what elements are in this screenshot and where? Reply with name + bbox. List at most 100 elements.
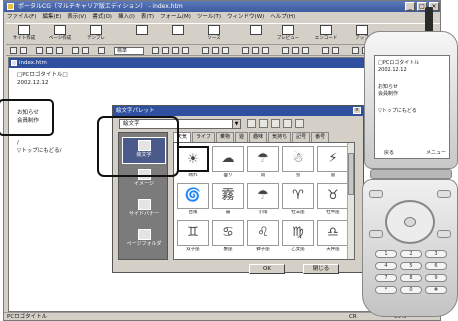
menu-view[interactable]: 表示(V) xyxy=(64,13,89,22)
sidebar-item-sidebanner[interactable]: サイドバナー xyxy=(122,197,166,224)
forward-icon[interactable] xyxy=(20,47,27,54)
num-key[interactable]: 0 xyxy=(400,286,422,294)
menu-insert[interactable]: 挿入(I) xyxy=(115,13,138,22)
emoji-cell[interactable]: ☂ xyxy=(247,146,279,172)
menu-help[interactable]: ヘルプ(H) xyxy=(267,13,298,22)
doc-button[interactable] xyxy=(164,25,192,45)
num-key[interactable]: 8 xyxy=(400,274,422,282)
ok-button[interactable]: OK xyxy=(249,264,285,274)
emoji-cell[interactable]: ♈ xyxy=(282,183,314,209)
outdent-icon[interactable] xyxy=(262,47,269,54)
page-create-button[interactable]: ページ作成 xyxy=(46,25,74,45)
directional-pad[interactable] xyxy=(385,200,435,244)
num-key[interactable]: 5 xyxy=(400,262,422,270)
tab-play[interactable]: 遊 xyxy=(235,132,249,142)
help-icon[interactable] xyxy=(295,119,304,128)
menu-window[interactable]: ウィンドウ(W) xyxy=(224,13,267,22)
tab-feeling[interactable]: 気持ち xyxy=(268,132,292,142)
site-create-button[interactable]: サイト作成 xyxy=(10,25,38,45)
menu-tools[interactable]: ツール(T) xyxy=(194,13,224,22)
soft-key-left[interactable]: 戻る xyxy=(378,149,400,157)
num-key[interactable]: 4 xyxy=(375,262,397,270)
copy-button[interactable] xyxy=(128,25,156,45)
sidebar-item-pagefolder[interactable]: ページフォルダ xyxy=(122,227,166,254)
back-icon[interactable] xyxy=(10,47,17,54)
dialog-title-bar[interactable]: 絵文字パレット × xyxy=(113,106,363,116)
menu-table[interactable]: 表(T) xyxy=(138,13,157,22)
cut-icon[interactable] xyxy=(36,47,43,54)
list-icon[interactable] xyxy=(242,47,249,54)
undo-icon[interactable] xyxy=(72,47,79,54)
phone-end-key[interactable] xyxy=(437,230,451,238)
encode-button[interactable]: エンコード xyxy=(312,25,340,45)
emoji-cell[interactable]: ☂ xyxy=(247,183,279,209)
phone-call-key[interactable] xyxy=(369,230,383,238)
num-key[interactable]: 2 xyxy=(400,250,422,258)
view-detail-icon[interactable] xyxy=(271,119,280,128)
menu-form[interactable]: フォーム(M) xyxy=(157,13,194,22)
tab-hobby[interactable]: 趣味 xyxy=(249,132,268,142)
num-key[interactable]: * xyxy=(375,286,397,294)
refresh-icon[interactable] xyxy=(283,119,292,128)
soft-key-right[interactable]: メニュー xyxy=(425,149,447,157)
num-key[interactable]: 3 xyxy=(425,250,447,258)
emoji-cell[interactable]: 霧 xyxy=(212,183,244,209)
preview-button[interactable] xyxy=(242,25,270,45)
indent-icon[interactable] xyxy=(252,47,259,54)
menu-format[interactable]: 書式(O) xyxy=(89,13,115,22)
image-icon[interactable] xyxy=(292,47,299,54)
emoji-cell[interactable]: ♊ xyxy=(177,220,209,246)
dialog-close-icon[interactable]: × xyxy=(353,107,361,114)
align-left-icon[interactable] xyxy=(202,47,209,54)
italic-icon[interactable] xyxy=(172,47,179,54)
num-key[interactable]: 6 xyxy=(425,262,447,270)
emoji-cell[interactable]: ☀ xyxy=(177,146,209,172)
emoji-icon[interactable] xyxy=(322,47,329,54)
form-icon[interactable] xyxy=(332,47,339,54)
num-key[interactable]: 7 xyxy=(375,274,397,282)
phone-web-key[interactable] xyxy=(437,190,451,198)
chevron-down-icon[interactable]: ▼ xyxy=(232,120,240,128)
phone-mail-key[interactable] xyxy=(369,190,383,198)
copy-small-icon[interactable] xyxy=(46,47,53,54)
pad-center-key[interactable] xyxy=(404,217,416,227)
link-icon[interactable] xyxy=(282,47,289,54)
table-icon[interactable] xyxy=(302,47,309,54)
tab-symbol[interactable]: 記号 xyxy=(292,132,311,142)
color-icon[interactable] xyxy=(98,47,105,54)
view-large-icon[interactable] xyxy=(247,119,256,128)
redo-icon[interactable] xyxy=(82,47,89,54)
source-button[interactable]: ソース xyxy=(200,25,228,45)
emoji-cell[interactable]: ☃ xyxy=(282,146,314,172)
hr-icon[interactable] xyxy=(352,47,359,54)
emoji-cell[interactable]: ☁ xyxy=(212,146,244,172)
num-key[interactable]: 1 xyxy=(375,250,397,258)
tab-vehicle[interactable]: 乗物 xyxy=(216,132,235,142)
emoji-cell[interactable]: ♋ xyxy=(212,220,244,246)
menu-edit[interactable]: 編集(E) xyxy=(39,13,64,22)
tab-number[interactable]: 番号 xyxy=(311,132,330,142)
menu-file[interactable]: ファイル(F) xyxy=(4,13,39,22)
align-right-icon[interactable] xyxy=(222,47,229,54)
preview2-button[interactable]: プレビュー xyxy=(274,25,302,45)
view-list-icon[interactable] xyxy=(259,119,268,128)
tab-life[interactable]: ライフ xyxy=(192,132,216,142)
underline-icon[interactable] xyxy=(152,47,159,54)
paste-icon[interactable] xyxy=(56,47,63,54)
emoji-cell[interactable]: ♍ xyxy=(282,220,314,246)
bold-icon[interactable] xyxy=(162,47,169,54)
num-key[interactable]: # xyxy=(425,286,447,294)
emoji-cell[interactable]: ♌ xyxy=(247,220,279,246)
template-button[interactable]: テンプレ xyxy=(82,25,110,45)
emoji-cell[interactable]: 🌀 xyxy=(177,183,209,209)
font-select[interactable]: 標準 xyxy=(114,47,144,55)
num-key[interactable]: 9 xyxy=(425,274,447,282)
emoji-cell[interactable]: ♎ xyxy=(317,220,349,246)
emoji-cell[interactable]: ⚡ xyxy=(317,146,349,172)
close-dialog-button[interactable]: 閉じる xyxy=(303,264,339,274)
align-center-icon[interactable] xyxy=(212,47,219,54)
emoji-cell[interactable]: ♉ xyxy=(317,183,349,209)
strike-icon[interactable] xyxy=(182,47,189,54)
grid-scrollbar[interactable] xyxy=(347,143,354,259)
scroll-thumb[interactable] xyxy=(348,153,354,195)
